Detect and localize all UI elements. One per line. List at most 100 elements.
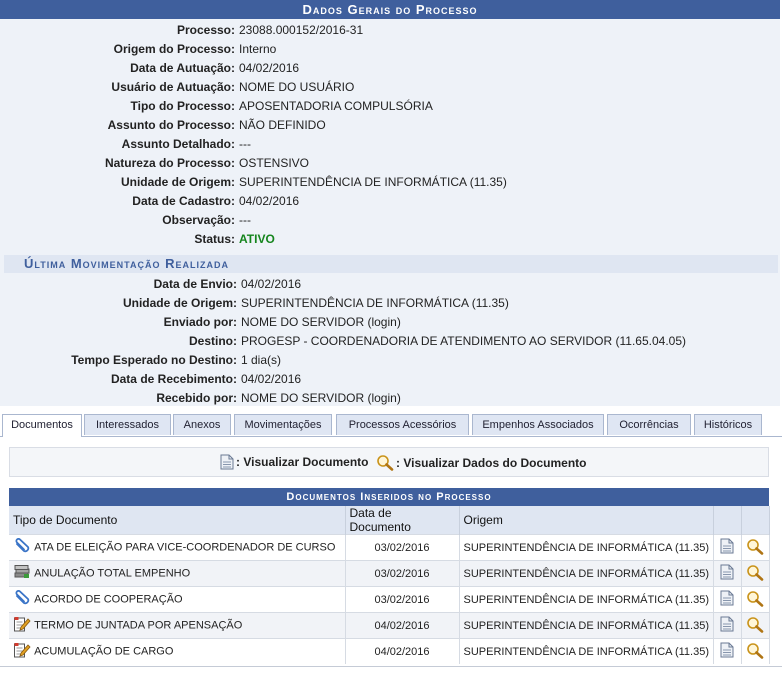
tab-bar: Documentos Interessados Anexos Movimentaçõe…	[0, 414, 782, 437]
cell-tipo: TERMO DE JUNTADA POR APENSAÇÃO	[9, 612, 346, 639]
process-details-panel: Dados Gerais do Processo Processo: 23088.…	[0, 0, 780, 406]
document-type: ATA DE ELEIÇÃO PARA VICE-COORDENADOR DE …	[34, 541, 336, 554]
tab-movimentacoes[interactable]: Movimentações	[234, 414, 332, 435]
field-label: Assunto Detalhado:	[121, 137, 235, 151]
view-document-icon[interactable]	[720, 616, 734, 635]
document-type: ANULAÇÃO TOTAL EMPENHO	[34, 567, 191, 580]
view-document-data-icon[interactable]	[746, 616, 764, 636]
table-row: TERMO DE JUNTADA POR APENSAÇÃO 04/02/2016…	[9, 612, 770, 639]
tab-interessados[interactable]: Interessados	[84, 414, 171, 435]
legend-view-document: : Visualizar Documento	[220, 454, 368, 470]
field-value: OSTENSIVO	[239, 156, 310, 170]
field-label: Processo:	[176, 23, 235, 37]
cell-date: 04/02/2016	[345, 638, 460, 664]
field-label: Data de Envio:	[153, 277, 237, 291]
view-document-data-icon[interactable]	[746, 590, 764, 610]
field-row: Origem do Processo: Interno	[0, 40, 780, 59]
field-value: 1 dia(s)	[241, 353, 282, 367]
tab-empenhos-associados[interactable]: Empenhos Associados	[472, 414, 604, 435]
field-value: 04/02/2016	[239, 194, 300, 208]
cell-date: 03/02/2016	[345, 534, 460, 561]
paperclip-icon	[13, 538, 31, 557]
field-value: NOME DO SERVIDOR (login)	[241, 391, 401, 405]
field-label: Unidade de Origem:	[120, 175, 235, 189]
cell-date: 03/02/2016	[345, 586, 460, 613]
cell-tipo: ACUMULAÇÃO DE CARGO	[9, 638, 346, 664]
field-value: 04/02/2016	[241, 372, 302, 386]
view-document-icon[interactable]	[720, 564, 734, 583]
section-title-last-movement: Última Movimentação Realizada	[4, 255, 778, 273]
field-label: Data de Autuação:	[130, 61, 235, 75]
field-row: Assunto Detalhado: ---	[0, 135, 780, 154]
cell-view-data	[741, 560, 770, 587]
field-value: 04/02/2016	[241, 277, 302, 291]
status-value: ATIVO	[239, 232, 275, 246]
column-header-origem: Origem	[459, 506, 714, 535]
tab-anexos[interactable]: Anexos	[173, 414, 231, 435]
field-value: ---	[239, 137, 251, 151]
cell-origem: SUPERINTENDÊNCIA DE INFORMÁTICA (11.35)	[459, 612, 714, 639]
field-row: Natureza do Processo: OSTENSIVO	[0, 154, 780, 173]
cell-view-document	[713, 612, 742, 639]
tab-historicos[interactable]: Históricos	[694, 414, 762, 435]
field-value: PROGESP - COORDENADORIA DE ATENDIMENTO A…	[241, 334, 687, 348]
magnifier-icon	[377, 455, 394, 471]
field-label: Data de Cadastro:	[132, 194, 235, 208]
field-value: 23088.000152/2016-31	[239, 23, 364, 37]
view-document-icon[interactable]	[720, 590, 734, 609]
cell-origem: SUPERINTENDÊNCIA DE INFORMÁTICA (11.35)	[459, 638, 714, 664]
movement-row: Tempo Esperado no Destino: 1 dia(s)	[0, 351, 780, 370]
field-value: 04/02/2016	[239, 61, 300, 75]
table-row: ACUMULAÇÃO DE CARGO 04/02/2016 SUPERINTEND…	[9, 638, 770, 664]
field-row: Status: ATIVO	[0, 230, 780, 249]
field-label: Recebido por:	[156, 391, 237, 405]
field-label: Status:	[194, 232, 235, 246]
field-row: Processo: 23088.000152/2016-31	[0, 21, 780, 40]
field-value: NOME DO SERVIDOR (login)	[241, 315, 401, 329]
legend-view-document-data-label: : Visualizar Dados do Documento	[396, 455, 587, 470]
field-label: Data de Recebimento:	[110, 372, 237, 386]
view-document-icon[interactable]	[720, 642, 734, 661]
documents-table: Tipo de Documento Data de Documento Orig…	[9, 506, 770, 664]
view-document-icon[interactable]	[720, 538, 734, 557]
tab-ocorrencias[interactable]: Ocorrências	[607, 414, 691, 435]
field-row: Observação: ---	[0, 211, 780, 230]
field-label: Unidade de Origem:	[122, 296, 237, 310]
movement-row: Enviado por: NOME DO SERVIDOR (login)	[0, 313, 780, 332]
table-row: ACORDO DE COOPERAÇÃO 03/02/2016 SUPERINTEN…	[9, 586, 770, 613]
cell-origem: SUPERINTENDÊNCIA DE INFORMÁTICA (11.35)	[459, 534, 714, 561]
tab-documentos[interactable]: Documentos	[2, 414, 82, 437]
field-value: ---	[239, 213, 251, 227]
movement-row: Data de Recebimento: 04/02/2016	[0, 370, 780, 389]
view-document-data-icon[interactable]	[746, 642, 764, 662]
cell-origem: SUPERINTENDÊNCIA DE INFORMÁTICA (11.35)	[459, 586, 714, 613]
tab-processos-acessorios[interactable]: Processos Acessórios	[336, 414, 469, 435]
field-value: Interno	[239, 42, 277, 56]
view-document-data-icon[interactable]	[746, 564, 764, 584]
cell-view-document	[713, 534, 742, 561]
movement-row: Unidade de Origem: SUPERINTENDÊNCIA DE IN…	[0, 294, 780, 313]
document-type: ACORDO DE COOPERAÇÃO	[34, 593, 183, 606]
field-row: Data de Cadastro: 04/02/2016	[0, 192, 780, 211]
field-label: Natureza do Processo:	[104, 156, 235, 170]
movement-row: Destino: PROGESP - COORDENADORIA DE ATEND…	[0, 332, 780, 351]
field-label: Enviado por:	[163, 315, 237, 329]
legend-view-document-data: : Visualizar Dados do Documento	[376, 454, 586, 471]
field-row: Tipo do Processo: APOSENTADORIA COMPULSÓR…	[0, 97, 780, 116]
cell-view-data	[741, 638, 770, 664]
paperclip-icon	[13, 590, 31, 609]
cell-date: 04/02/2016	[345, 612, 460, 639]
cell-tipo: ANULAÇÃO TOTAL EMPENHO	[9, 560, 346, 587]
field-row: Assunto do Processo: NÃO DEFINIDO	[0, 116, 780, 135]
field-value: NOME DO USUÁRIO	[239, 80, 355, 94]
movement-row: Recebido por: NOME DO SERVIDOR (login)	[0, 389, 780, 408]
field-label: Usuário de Autuação:	[111, 80, 235, 94]
column-header-data: Data de Documento	[345, 506, 460, 535]
field-label: Observação:	[162, 213, 235, 227]
view-document-data-icon[interactable]	[746, 538, 764, 558]
documents-section: Documentos Inseridos no Processo Tipo de…	[9, 488, 770, 664]
field-value: APOSENTADORIA COMPULSÓRIA	[239, 99, 433, 113]
table-row: ATA DE ELEIÇÃO PARA VICE-COORDENADOR DE …	[9, 534, 770, 561]
field-label: Assunto do Processo:	[107, 118, 235, 132]
cell-view-data	[741, 612, 770, 639]
